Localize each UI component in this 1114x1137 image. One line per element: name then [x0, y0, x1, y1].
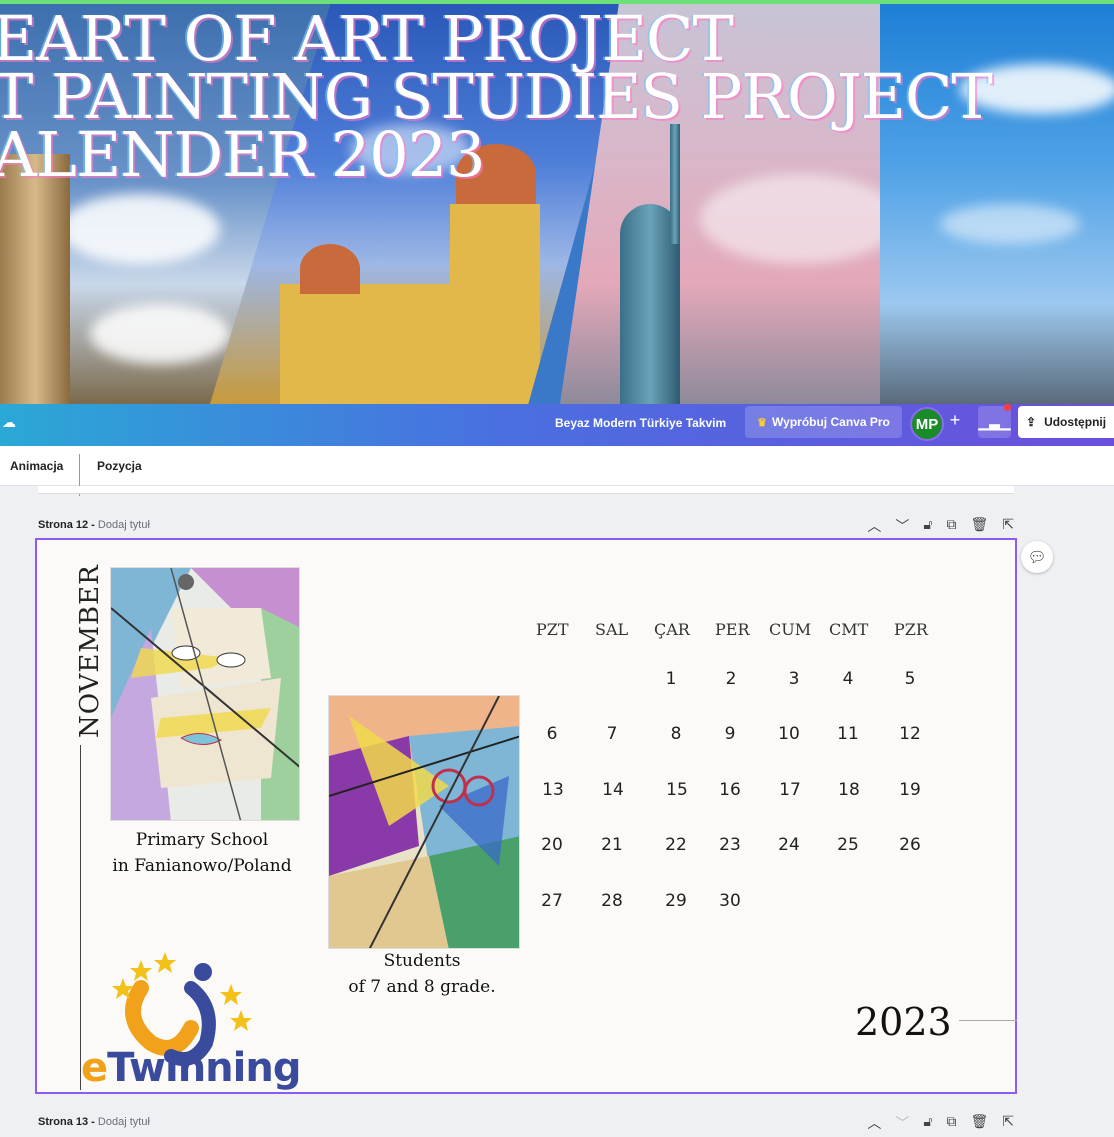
- lock-icon[interactable]: 🔓︎: [923, 516, 932, 536]
- bar-chart-icon: ▁▃▁: [978, 413, 1011, 430]
- artwork-portrait-1[interactable]: [110, 567, 300, 821]
- tab-position[interactable]: Pozycja: [97, 459, 142, 473]
- calendar-day: 21: [601, 835, 623, 855]
- canva-editor: ☁ Beyaz Modern Türkiye Takvim ♛ Wypróbuj…: [0, 404, 1114, 1137]
- calendar-day: 25: [837, 835, 859, 855]
- year-divider: [959, 1020, 1017, 1021]
- calendar-day: 20: [541, 835, 563, 855]
- try-canva-pro-button[interactable]: ♛ Wypróbuj Canva Pro: [745, 406, 902, 438]
- page-controls: ︿ ﹀ 🔓︎ ⧉ 🗑︎ ⇱: [867, 1113, 1014, 1133]
- trash-icon[interactable]: 🗑︎: [970, 516, 988, 536]
- calendar-day: 4: [842, 669, 854, 689]
- share-button[interactable]: ⇪ Udostępnij: [1018, 406, 1114, 438]
- weekday-label: PER: [715, 620, 750, 639]
- duplicate-icon[interactable]: ⧉: [946, 516, 956, 536]
- avatar[interactable]: MP: [910, 407, 944, 441]
- calendar-day: 8: [670, 724, 682, 744]
- banner-image: EART OF ART PROJECT T PAINTING STUDIES P…: [0, 4, 1114, 404]
- caption-line: in Fanianowo/Poland: [112, 856, 292, 876]
- page-header: Strona 13 - Dodaj tytuł ︿ ﹀ 🔓︎ ⧉ 🗑︎ ⇱: [38, 1113, 1014, 1136]
- artwork-portrait-2[interactable]: [328, 695, 520, 949]
- add-title-link[interactable]: Dodaj tytuł: [98, 519, 150, 531]
- calendar-day: 26: [899, 835, 921, 855]
- artwork-2-caption: Students of 7 and 8 grade.: [322, 948, 522, 1000]
- calendar-day: 19: [899, 780, 921, 800]
- calendar-day: 24: [778, 835, 800, 855]
- top-toolbar: ☁ Beyaz Modern Türkiye Takvim ♛ Wypróbuj…: [0, 404, 1114, 446]
- calendar-day: 3: [788, 669, 800, 689]
- try-pro-label: Wypróbuj Canva Pro: [772, 415, 890, 429]
- document-title[interactable]: Beyaz Modern Türkiye Takvim: [555, 416, 726, 430]
- calendar-day: 30: [719, 891, 741, 911]
- cloud-sync-icon[interactable]: ☁: [2, 414, 20, 432]
- calendar-day: 10: [778, 724, 800, 744]
- etwinning-e: e: [81, 1045, 108, 1091]
- calendar-day: 2: [725, 669, 737, 689]
- context-toolbar: Animacja Pozycja: [0, 446, 1114, 496]
- share-label: Udostępnij: [1044, 415, 1107, 429]
- weekday-label: PZT: [536, 620, 569, 639]
- calendar-day: 27: [541, 891, 563, 911]
- calendar-day: 12: [899, 724, 921, 744]
- crown-icon: ♛: [757, 416, 768, 429]
- etwinning-wordmark: eTwinning: [81, 1045, 301, 1091]
- caption-line: Primary School: [135, 830, 269, 850]
- caption-line: of 7 and 8 grade.: [348, 977, 496, 997]
- add-page-icon[interactable]: ⇱: [1002, 516, 1014, 536]
- month-title: NOVEMBER: [75, 564, 105, 738]
- chevron-up-icon[interactable]: ︿: [867, 516, 881, 536]
- add-collaborator-button[interactable]: +: [946, 410, 964, 434]
- previous-page-edge: [38, 486, 1014, 494]
- weekday-label: ÇAR: [654, 620, 690, 639]
- add-title-link[interactable]: Dodaj tytuł: [98, 1116, 150, 1128]
- year-label: 2023: [855, 1000, 952, 1044]
- add-page-icon[interactable]: ⇱: [1002, 1113, 1014, 1133]
- calendar-day: 11: [837, 724, 859, 744]
- calendar-day: 14: [602, 780, 624, 800]
- calendar-day: 18: [838, 780, 860, 800]
- add-comment-button[interactable]: 💬︎: [1021, 541, 1053, 573]
- banner-title: EART OF ART PROJECT T PAINTING STUDIES P…: [0, 8, 993, 191]
- calendar-day: 9: [724, 724, 736, 744]
- lock-icon[interactable]: 🔓︎: [923, 1113, 932, 1133]
- weekday-label: CMT: [829, 620, 869, 639]
- calendar-day: 7: [606, 724, 618, 744]
- calendar-day: 5: [904, 669, 916, 689]
- calendar-day: 13: [542, 780, 564, 800]
- calendar-day: 16: [719, 780, 741, 800]
- tab-animation[interactable]: Animacja: [10, 459, 63, 473]
- page-label: Strona 13 -: [38, 1116, 95, 1128]
- calendar-day: 17: [779, 780, 801, 800]
- weekday-label: CUM: [769, 620, 812, 639]
- calendar-day: 23: [719, 835, 741, 855]
- notification-dot: [1004, 404, 1011, 411]
- design-page[interactable]: NOVEMBER Primary School in Fanianowo/Pol…: [35, 538, 1017, 1094]
- page-header: Strona 12 - Dodaj tytuł ︿ ﹀ 🔓︎ ⧉ 🗑︎ ⇱: [38, 516, 1014, 539]
- page-controls: ︿ ﹀ 🔓︎ ⧉ 🗑︎ ⇱: [867, 516, 1014, 536]
- trash-icon[interactable]: 🗑︎: [970, 1113, 988, 1133]
- calendar-day: 29: [665, 891, 687, 911]
- artwork-1-caption: Primary School in Fanianowo/Poland: [97, 827, 307, 879]
- page-label: Strona 12 -: [38, 519, 95, 531]
- calendar-day: 1: [665, 669, 677, 689]
- etwinning-rest: Twinning: [107, 1045, 301, 1091]
- chevron-down-icon[interactable]: ﹀: [895, 516, 909, 536]
- calendar-day: 6: [546, 724, 558, 744]
- weekday-label: PZR: [894, 620, 928, 639]
- weekday-label: SAL: [595, 620, 629, 639]
- duplicate-icon[interactable]: ⧉: [946, 1113, 956, 1133]
- calendar-day: 22: [665, 835, 687, 855]
- calendar-day: 28: [601, 891, 623, 911]
- comment-plus-icon: 💬︎: [1027, 549, 1047, 566]
- banner-title-line: ALENDER 2023: [0, 118, 486, 191]
- chevron-down-icon[interactable]: ﹀: [895, 1113, 909, 1133]
- chevron-up-icon[interactable]: ︿: [867, 1113, 881, 1133]
- caption-line: Students: [383, 951, 461, 971]
- upload-icon: ⇪: [1026, 415, 1037, 429]
- calendar-day: 15: [666, 780, 688, 800]
